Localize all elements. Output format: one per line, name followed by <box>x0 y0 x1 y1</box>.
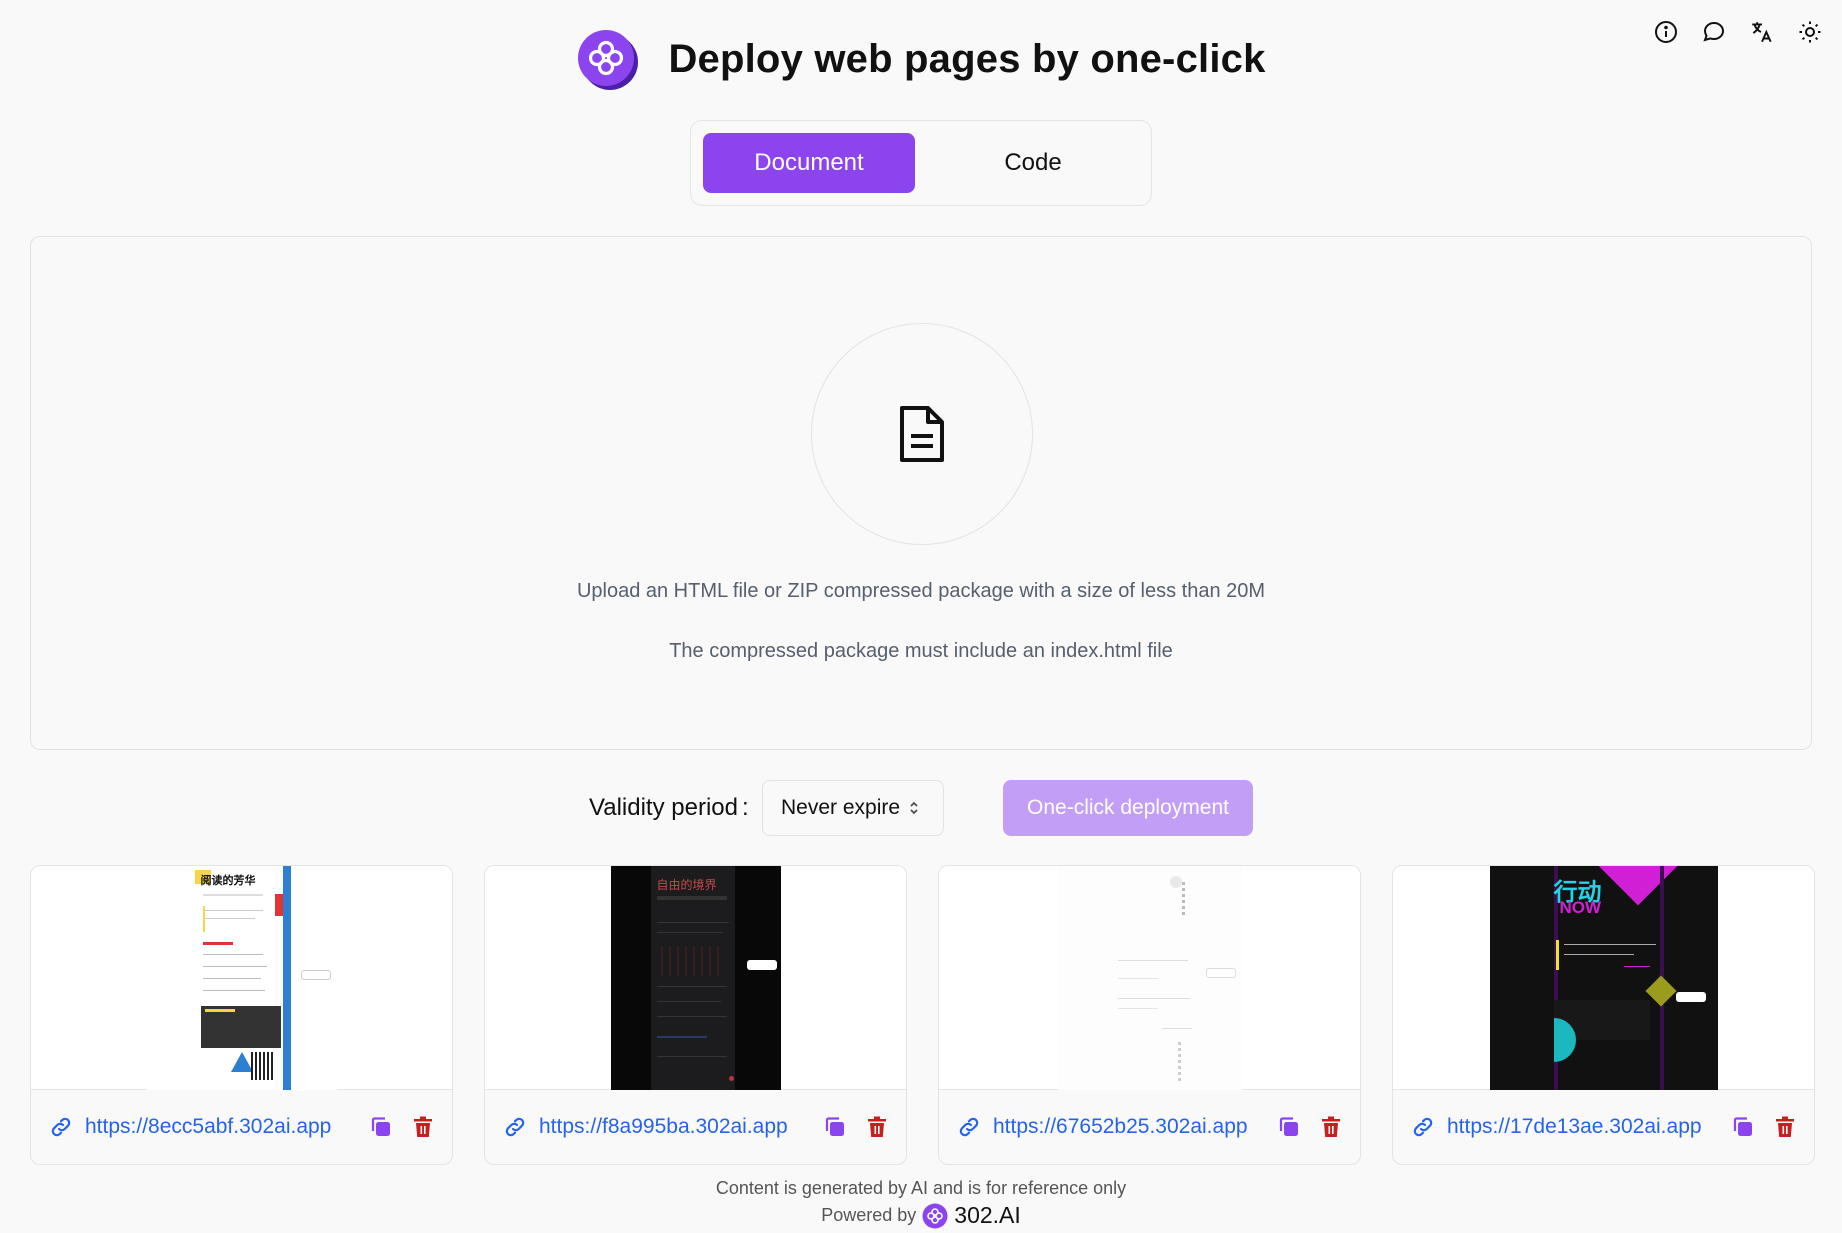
validity-select-value: Never expire <box>781 796 901 819</box>
preview-title: 自由的境界 <box>656 878 717 892</box>
upload-button[interactable] <box>811 323 1033 545</box>
deployment-card: 自由的境界 https://f8a995ba.302ai.app <box>484 865 907 1165</box>
card-thumbnail[interactable]: 阅读的芳华 <box>31 866 452 1090</box>
copy-icon[interactable] <box>370 1116 392 1138</box>
deploy-row: Validity period: Never expire One-click … <box>0 780 1842 836</box>
card-actions <box>370 1116 434 1138</box>
delete-icon[interactable] <box>412 1116 434 1138</box>
card-thumbnail[interactable] <box>939 866 1360 1090</box>
deployment-list: 阅读的芳华 https://8ecc5abf.302ai.app 自由的境界 h… <box>30 865 1815 1165</box>
page-preview: 阅读的芳华 <box>146 866 337 1090</box>
card-thumbnail[interactable]: 行动 NOW <box>1393 866 1814 1090</box>
delete-icon[interactable] <box>1774 1116 1796 1138</box>
copy-icon[interactable] <box>1278 1116 1300 1138</box>
link-icon <box>1413 1117 1433 1136</box>
copy-icon[interactable] <box>1732 1116 1754 1138</box>
deployment-card: 行动 NOW https://17de13ae.302ai.app <box>1392 865 1815 1165</box>
deploy-button[interactable]: One-click deployment <box>1003 780 1253 836</box>
card-footer: https://17de13ae.302ai.app <box>1393 1089 1814 1164</box>
delete-icon[interactable] <box>1320 1116 1342 1138</box>
card-actions <box>824 1116 888 1138</box>
footer-powered-by: Powered by 302.AI <box>0 1202 1842 1229</box>
preview-subtitle: NOW <box>1559 898 1602 917</box>
deployment-url: https://17de13ae.302ai.app <box>1447 1114 1702 1138</box>
page-title: Deploy web pages by one-click <box>668 36 1266 81</box>
copy-icon[interactable] <box>824 1116 846 1138</box>
deployment-url: https://f8a995ba.302ai.app <box>539 1114 788 1138</box>
upload-hint-index: The compressed package must include an i… <box>669 640 1173 662</box>
card-thumbnail[interactable]: 自由的境界 <box>485 866 906 1090</box>
deployment-card: 阅读的芳华 https://8ecc5abf.302ai.app <box>30 865 453 1165</box>
app-logo <box>576 28 639 90</box>
link-icon <box>51 1117 71 1136</box>
deployment-url: https://67652b25.302ai.app <box>993 1114 1248 1138</box>
deployment-link[interactable]: https://8ecc5abf.302ai.app <box>49 1115 331 1139</box>
page-preview: 行动 NOW <box>1489 866 1718 1090</box>
upload-dropzone[interactable]: Upload an HTML file or ZIP compressed pa… <box>30 236 1812 750</box>
upload-hint-size: Upload an HTML file or ZIP compressed pa… <box>576 580 1266 602</box>
page-preview <box>1057 866 1242 1090</box>
powered-by-label: Powered by <box>821 1205 917 1225</box>
delete-icon[interactable] <box>866 1116 888 1138</box>
validity-label: Validity period: <box>589 794 749 821</box>
header: Deploy web pages by one-click <box>0 28 1842 90</box>
page-preview: 自由的境界 <box>610 866 781 1090</box>
card-footer: https://f8a995ba.302ai.app <box>485 1089 906 1164</box>
link-icon <box>505 1117 525 1136</box>
preview-title: 阅读的芳华 <box>200 874 256 887</box>
card-actions <box>1732 1116 1796 1138</box>
footer-disclaimer: Content is generated by AI and is for re… <box>715 1178 1127 1198</box>
deployment-link[interactable]: https://67652b25.302ai.app <box>957 1115 1248 1139</box>
tab-document[interactable]: Document <box>703 133 915 193</box>
file-text-icon <box>900 406 944 462</box>
link-icon <box>959 1117 979 1136</box>
validity-select[interactable]: Never expire <box>762 780 944 836</box>
card-footer: https://67652b25.302ai.app <box>939 1089 1360 1164</box>
deployment-url: https://8ecc5abf.302ai.app <box>85 1114 332 1138</box>
brand-name[interactable]: 302.AI <box>954 1202 1021 1229</box>
brand-logo-icon <box>922 1203 948 1228</box>
deployment-card: https://67652b25.302ai.app <box>938 865 1361 1165</box>
card-footer: https://8ecc5abf.302ai.app <box>31 1089 452 1164</box>
card-actions <box>1278 1116 1342 1138</box>
deployment-link[interactable]: https://f8a995ba.302ai.app <box>503 1115 788 1139</box>
chevron-up-down-icon <box>910 801 918 815</box>
mode-tabs: Document Code <box>690 120 1152 206</box>
deployment-link[interactable]: https://17de13ae.302ai.app <box>1411 1115 1702 1139</box>
tab-code[interactable]: Code <box>927 133 1139 193</box>
